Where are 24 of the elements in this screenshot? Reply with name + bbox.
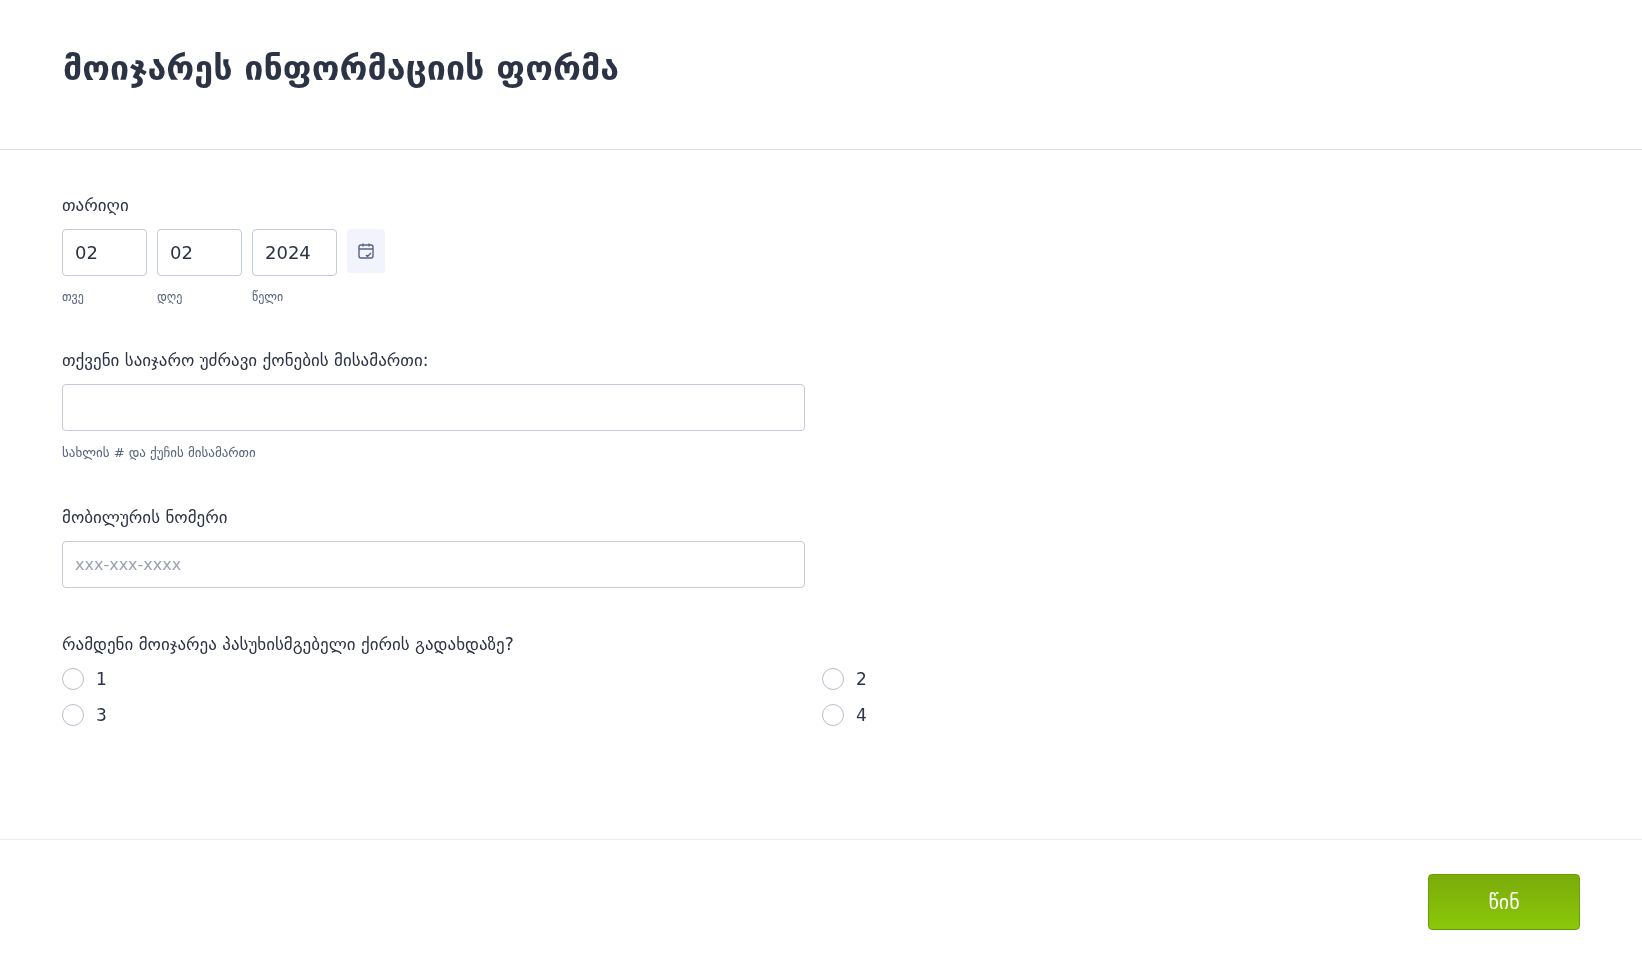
form-title: მოიჯარეს ინფორმაციის ფორმა	[63, 48, 621, 88]
date-sublabel: წელი	[252, 290, 285, 304]
radio-label: 2	[856, 669, 867, 689]
radio-button[interactable]	[62, 668, 84, 690]
radio-button[interactable]	[822, 668, 844, 690]
radio-button[interactable]	[822, 704, 844, 726]
mobile-label: მობილურის ნომერი	[62, 507, 228, 527]
mobile-input[interactable]: xxx-xxx-xxxx	[62, 541, 805, 588]
radio-label: 3	[96, 705, 107, 725]
address-label: თქვენი საიჯარო უძრავი ქონების მისამართი:	[62, 350, 429, 370]
tenants-question: რამდენი მოიჯარეა პასუხისმგებელი ქირის გადახდაზე?	[62, 634, 514, 654]
radio-label: 4	[856, 705, 867, 725]
address-hint: სახლის # და ქუჩის მისამართი	[62, 445, 256, 460]
calendar-button[interactable]	[347, 229, 385, 273]
date-input[interactable]: 02	[157, 229, 242, 276]
date-input[interactable]: 02	[62, 229, 147, 276]
date-sublabel: თვე	[62, 290, 85, 304]
date-sublabel: დღე	[157, 290, 184, 304]
date-input[interactable]: 2024	[252, 229, 337, 276]
calendar-icon	[357, 242, 375, 260]
radio-button[interactable]	[62, 704, 84, 726]
radio-label: 1	[96, 669, 107, 689]
address-input[interactable]	[62, 384, 805, 431]
date-label: თარიღი	[62, 195, 129, 215]
